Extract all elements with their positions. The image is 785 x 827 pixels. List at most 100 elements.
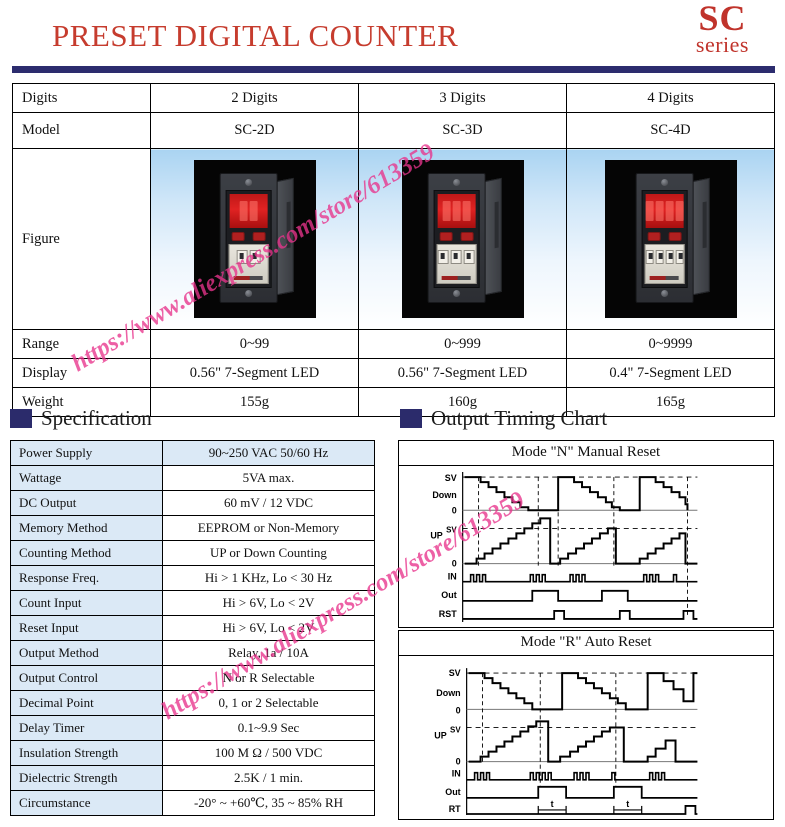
spec-row: Insulation Strength 100 M Ω / 500 VDC	[10, 740, 375, 766]
spec-key: Delay Timer	[10, 715, 163, 741]
cell-range-2d: 0~99	[150, 329, 359, 359]
brand-mark	[233, 276, 251, 280]
table-row-display: Display 0.56" 7-Segment LED 0.56" 7-Segm…	[12, 358, 775, 388]
duration-marker-2: t	[613, 799, 643, 814]
row-label-digits: Digits	[12, 83, 151, 113]
spec-row: Dielectric Strength 2.5K / 1 min.	[10, 765, 375, 791]
product-photo-2d	[150, 148, 359, 330]
indicator-lamp-left	[647, 232, 661, 241]
spec-row: Power Supply 90~250 VAC 50/60 Hz	[10, 440, 375, 466]
spec-key: Count Input	[10, 590, 163, 616]
spec-value: 2.5K / 1 min.	[162, 765, 375, 791]
spec-value: Hi > 1 KHz, Lo < 30 Hz	[162, 565, 375, 591]
spec-row: Count Input Hi > 6V, Lo < 2V	[10, 590, 375, 616]
cell-range-4d: 0~9999	[566, 329, 775, 359]
thumbwheel-switch	[675, 250, 684, 264]
models-comparison-table: Digits 2 Digits 3 Digits 4 Digits Model …	[12, 83, 775, 417]
led-display	[437, 194, 476, 228]
spec-value: UP or Down Counting	[162, 540, 375, 566]
specification-heading: Specification	[10, 406, 152, 431]
spec-value: -20° ~ +60℃, 35 ~ 85% RH	[162, 790, 375, 816]
panel-title-mode-n: Mode "N" Manual Reset	[399, 441, 773, 466]
header-divider	[12, 66, 775, 73]
cell-digits-2d: 2 Digits	[150, 83, 359, 113]
spec-key: Decimal Point	[10, 690, 163, 716]
spec-value: Hi > 6V, Lo < 2V	[162, 615, 375, 641]
page-title: PRESET DIGITAL COUNTER	[52, 18, 459, 53]
cell-digits-4d: 4 Digits	[566, 83, 775, 113]
led-digit	[442, 201, 451, 221]
screw-icon	[452, 179, 460, 186]
spec-key: Dielectric Strength	[10, 765, 163, 791]
thumbwheel-switch	[249, 250, 261, 264]
table-row-figure: Figure	[12, 148, 775, 330]
counter-device-3d	[427, 173, 502, 303]
spec-value: EEPROM or Non-Memory	[162, 515, 375, 541]
thumbwheel-switch	[463, 250, 475, 264]
device-bezel	[433, 190, 480, 288]
timing-chart-heading: Output Timing Chart	[400, 406, 607, 431]
spec-key: Insulation Strength	[10, 740, 163, 766]
cell-weight-2d: 155g	[150, 387, 359, 417]
panel-title-mode-r: Mode "R" Auto Reset	[399, 631, 773, 656]
model-mark	[665, 276, 679, 280]
device-front	[219, 173, 278, 303]
wf-label-zero-mid: 0	[452, 559, 457, 569]
wf-label-up: UP	[434, 730, 446, 740]
spec-value: Hi > 6V, Lo < 2V	[162, 590, 375, 616]
cell-range-3d: 0~999	[358, 329, 567, 359]
indicator-lamp-right	[668, 232, 682, 241]
thumbwheel-switch	[236, 250, 248, 264]
spec-key: Output Method	[10, 640, 163, 666]
photo-frame	[401, 160, 524, 318]
photo-frame	[604, 160, 737, 318]
screw-icon	[660, 290, 668, 297]
table-row-model: Model SC-2D SC-3D SC-4D	[12, 112, 775, 149]
cell-model-2d: SC-2D	[150, 112, 359, 149]
wf-label-rst: RST	[439, 609, 457, 619]
series-badge: SC series	[696, 0, 749, 56]
led-digit	[645, 201, 654, 221]
led-digit	[452, 201, 461, 221]
wf-label-down: Down	[432, 490, 456, 500]
spec-key: Memory Method	[10, 515, 163, 541]
spec-row: Output Method Relay, 1a / 10A	[10, 640, 375, 666]
spec-row: Delay Timer 0.1~9.9 Sec	[10, 715, 375, 741]
row-label-model: Model	[12, 112, 151, 149]
spec-row: Output Control N or R Selectable	[10, 665, 375, 691]
wf-label-zero-mid: 0	[456, 757, 461, 767]
indicator-lamp-left	[231, 232, 245, 241]
spec-value: N or R Selectable	[162, 665, 375, 691]
wf-label-up: UP	[430, 530, 442, 540]
timing-chart-mode-r: Mode "R" Auto Reset SV Down 0 UP SV 0 IN…	[398, 630, 774, 820]
spec-row: Counting Method UP or Down Counting	[10, 540, 375, 566]
device-control-panel	[228, 244, 269, 284]
device-front	[427, 173, 486, 303]
thumbwheel-switch	[437, 250, 449, 264]
spec-key: Circumstance	[10, 790, 163, 816]
timing-chart-title: Output Timing Chart	[431, 406, 608, 430]
photo-frame	[193, 160, 316, 318]
row-label-figure: Figure	[12, 148, 151, 330]
screw-icon	[452, 290, 460, 297]
spec-value: 0.1~9.9 Sec	[162, 715, 375, 741]
thumbwheel-switches	[645, 250, 684, 264]
device-bezel	[641, 190, 688, 288]
led-display	[645, 194, 684, 228]
wf-label-in: IN	[448, 572, 457, 582]
spec-key: Output Control	[10, 665, 163, 691]
indicator-lamp-right	[252, 232, 266, 241]
screw-icon	[244, 290, 252, 297]
timing-waveform-r: SV Down 0 UP SV 0 IN Out RT t t	[434, 668, 698, 815]
screw-icon	[660, 179, 668, 186]
cell-digits-3d: 3 Digits	[358, 83, 567, 113]
thumbwheel-switch	[665, 250, 674, 264]
model-mark	[249, 276, 263, 280]
cell-display-2d: 0.56" 7-Segment LED	[150, 358, 359, 388]
panel-body-mode-n: SV Down 0 UP SV 0 IN Out RST	[399, 466, 773, 625]
cell-model-3d: SC-3D	[358, 112, 567, 149]
wf-label-sv-mid: SV	[446, 525, 457, 534]
wf-label-down: Down	[436, 688, 460, 698]
specification-table: Power Supply 90~250 VAC 50/60 Hz Wattage 5…	[10, 440, 375, 816]
counter-device-4d	[635, 173, 710, 303]
